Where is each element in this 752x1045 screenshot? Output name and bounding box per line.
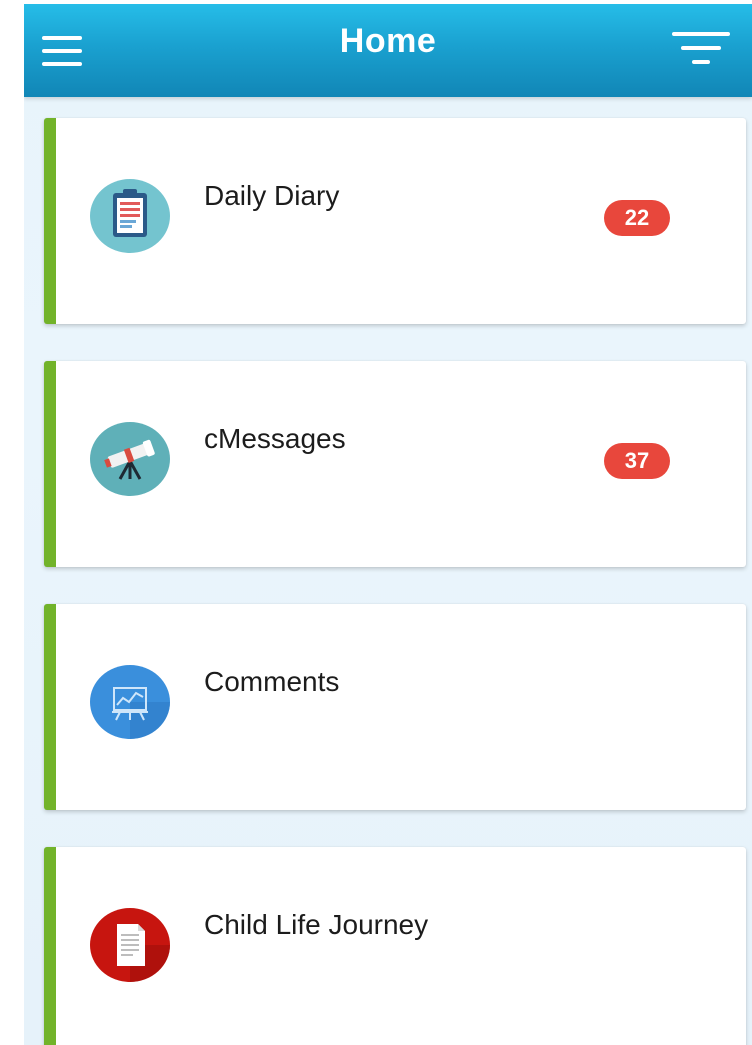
filter-icon[interactable] xyxy=(672,30,738,72)
clipboard-icon xyxy=(90,178,170,254)
app-header: Home xyxy=(24,4,752,97)
notification-badge: 37 xyxy=(604,443,670,479)
notification-badge: 22 xyxy=(604,200,670,236)
card-label: Comments xyxy=(204,666,340,697)
app-screen: Home Daily Diary 22 cMessages 37 Comment… xyxy=(24,4,752,1045)
page-title: Home xyxy=(339,22,437,60)
comments-card[interactable]: Comments xyxy=(44,604,746,810)
card-label: cMessages xyxy=(204,423,346,454)
daily-diary-card[interactable]: Daily Diary 22 xyxy=(44,118,746,324)
telescope-icon xyxy=(90,421,170,497)
card-label: Daily Diary xyxy=(204,180,340,211)
cmessages-card[interactable]: cMessages 37 xyxy=(44,361,746,567)
child-life-journey-card[interactable]: Child Life Journey xyxy=(44,847,746,1045)
presentation-board-icon xyxy=(90,664,170,740)
card-label: Child Life Journey xyxy=(204,909,429,940)
document-icon xyxy=(90,907,170,983)
